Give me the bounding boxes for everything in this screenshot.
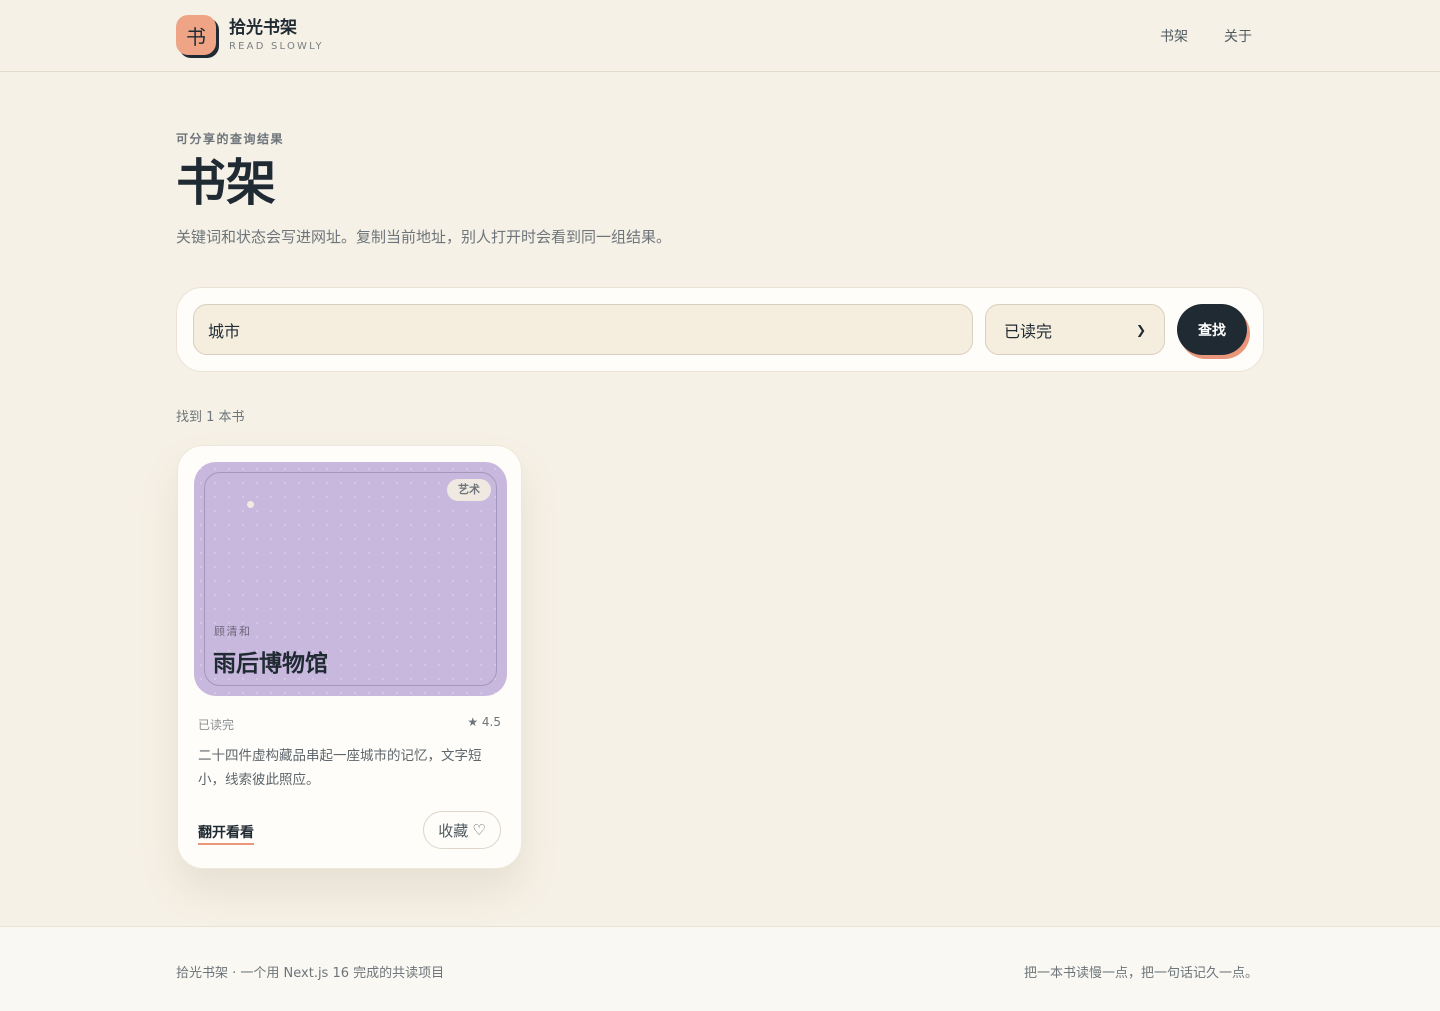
- book-title: 雨后博物馆: [213, 651, 328, 677]
- search-input[interactable]: [193, 304, 973, 355]
- book-logo-icon: 书: [176, 15, 216, 55]
- page-eyebrow: 可分享的查询结果: [176, 132, 285, 146]
- brand-tagline: READ SLOWLY: [229, 41, 324, 52]
- result-count: 找到 1 本书: [176, 410, 245, 425]
- status-select-value: 已读完: [1004, 321, 1053, 341]
- chevron-down-icon: ❯: [1135, 322, 1146, 337]
- site-header: 书 拾光书架 READ SLOWLY 书架 关于: [0, 0, 1440, 72]
- page-title: 书架: [176, 154, 276, 212]
- page-description: 关键词和状态会写进网址。复制当前地址，别人打开时会看到同一组结果。: [176, 228, 672, 246]
- favorite-button[interactable]: 收藏 ♡: [423, 811, 501, 849]
- book-author: 顾清和: [214, 625, 252, 638]
- brand-text: 拾光书架 READ SLOWLY: [229, 18, 324, 52]
- brand[interactable]: 书 拾光书架 READ SLOWLY: [176, 15, 324, 55]
- book-rating: ★ 4.5: [467, 715, 501, 729]
- search-button[interactable]: 查找: [1177, 304, 1247, 355]
- book-status: 已读完: [198, 718, 235, 732]
- main-nav: 书架 关于: [1160, 26, 1252, 46]
- nav-item-shelf[interactable]: 书架: [1160, 26, 1188, 46]
- footer-credit: 拾光书架 · 一个用 Next.js 16 完成的共读项目: [176, 966, 445, 981]
- book-card[interactable]: 艺术 顾清和 雨后博物馆 已读完 ★ 4.5 二十四件虚构藏品串起一座城市的记忆…: [177, 445, 522, 869]
- genre-badge: 艺术: [447, 479, 491, 501]
- nav-item-about[interactable]: 关于: [1224, 26, 1252, 46]
- status-select[interactable]: 已读完 ❯: [985, 304, 1165, 355]
- brand-name: 拾光书架: [229, 18, 297, 38]
- search-form: 已读完 ❯ 查找: [176, 287, 1264, 372]
- cover-dot-decoration: [247, 501, 254, 508]
- heart-icon: ♡: [472, 821, 486, 839]
- favorite-label: 收藏: [438, 821, 469, 840]
- book-cover[interactable]: 艺术 顾清和 雨后博物馆: [194, 462, 507, 696]
- site-footer: 拾光书架 · 一个用 Next.js 16 完成的共读项目 把一本书读慢一点，把…: [0, 926, 1440, 1011]
- footer-motto: 把一本书读慢一点，把一句话记久一点。: [1023, 966, 1258, 981]
- open-book-link[interactable]: 翻开看看: [198, 822, 254, 845]
- book-blurb: 二十四件虚构藏品串起一座城市的记忆，文字短小，线索彼此照应。: [198, 748, 482, 788]
